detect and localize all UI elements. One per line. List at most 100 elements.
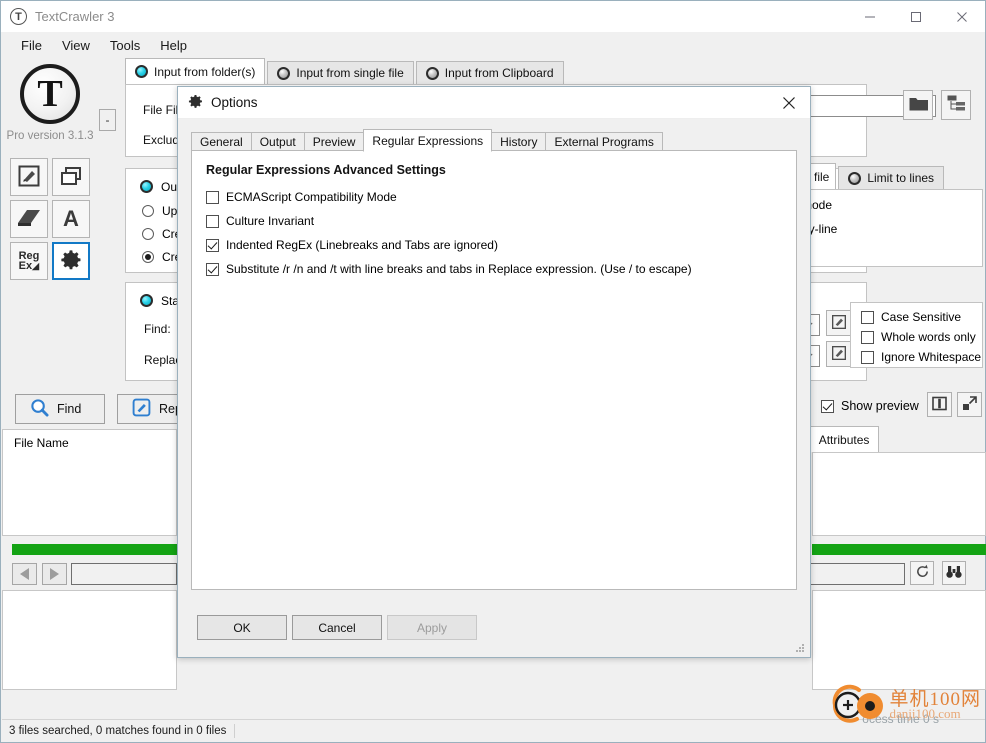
checkbox-icon bbox=[206, 214, 219, 228]
whole-words-row[interactable]: Whole words only bbox=[861, 330, 976, 344]
dialog-tab-strip: General Output Preview Regular Expressio… bbox=[191, 129, 810, 152]
book-tool-button[interactable] bbox=[10, 200, 48, 238]
window-controls bbox=[847, 1, 985, 32]
led-indicator-icon bbox=[425, 66, 439, 80]
options-dialog: Options General Output Preview Regular E… bbox=[177, 86, 811, 658]
options-tool-button[interactable] bbox=[52, 242, 90, 280]
dialog-tab-output[interactable]: Output bbox=[250, 132, 305, 152]
folder-tree-button[interactable] bbox=[941, 90, 971, 120]
menu-item-help[interactable]: Help bbox=[150, 35, 197, 56]
binoculars-icon bbox=[946, 565, 962, 582]
led-indicator-icon bbox=[140, 294, 153, 307]
expand-icon bbox=[962, 395, 977, 414]
refresh-icon bbox=[915, 564, 930, 582]
collapse-panel-button[interactable]: - bbox=[99, 109, 116, 131]
show-preview-row[interactable]: Show preview bbox=[821, 399, 919, 413]
tab-input-from-clipboard[interactable]: Input from Clipboard bbox=[415, 61, 564, 84]
case-sensitive-row[interactable]: Case Sensitive bbox=[861, 310, 961, 324]
match-results-panel[interactable] bbox=[812, 452, 986, 536]
progress-bar-right bbox=[812, 544, 986, 555]
next-match-button[interactable] bbox=[42, 563, 67, 585]
dialog-panel: Regular Expressions Advanced Settings EC… bbox=[191, 150, 797, 590]
tab-attributes[interactable]: Attributes bbox=[808, 426, 880, 452]
split-view-button[interactable] bbox=[927, 392, 952, 417]
preview-surface bbox=[2, 590, 177, 690]
checkbox-label: Case Sensitive bbox=[881, 310, 962, 324]
menu-item-view[interactable]: View bbox=[52, 35, 100, 56]
checkbox-icon bbox=[861, 310, 874, 324]
refresh-button[interactable] bbox=[910, 561, 934, 585]
search-path-input[interactable] bbox=[795, 563, 905, 585]
checkbox-icon bbox=[861, 350, 874, 364]
file-results-list[interactable]: File Name bbox=[2, 429, 177, 536]
dialog-section-heading: Regular Expressions Advanced Settings bbox=[206, 163, 446, 177]
dialog-tab-external-programs[interactable]: External Programs bbox=[545, 132, 663, 152]
apply-button[interactable]: Apply bbox=[387, 615, 477, 640]
substitute-escapes-row[interactable]: Substitute /r /n and /t with line breaks… bbox=[206, 262, 692, 276]
maximize-button[interactable] bbox=[893, 1, 939, 32]
close-button[interactable] bbox=[939, 1, 985, 32]
expand-view-button[interactable] bbox=[957, 392, 982, 417]
file-name-column-header: File Name bbox=[14, 436, 69, 450]
tab-input-from-single-file[interactable]: Input from single file bbox=[267, 61, 414, 84]
brand-logo: T Pro version 3.1.3 bbox=[2, 58, 98, 142]
checkbox-icon bbox=[861, 330, 874, 344]
culture-invariant-row[interactable]: Culture Invariant bbox=[206, 214, 314, 228]
tab-whole-file[interactable]: file bbox=[807, 163, 837, 189]
menu-item-tools[interactable]: Tools bbox=[100, 35, 150, 56]
tab-label: Input from folder(s) bbox=[154, 64, 256, 79]
tab-limit-to-lines[interactable]: Limit to lines bbox=[838, 166, 945, 189]
status-text: 3 files searched, 0 matches found in 0 f… bbox=[9, 724, 227, 737]
radio-icon bbox=[142, 227, 154, 240]
ignore-whitespace-row[interactable]: Ignore Whitespace bbox=[861, 350, 981, 364]
dialog-tab-preview[interactable]: Preview bbox=[303, 132, 365, 152]
ecmascript-compatibility-row[interactable]: ECMAScript Compatibility Mode bbox=[206, 190, 397, 204]
dialog-tab-history[interactable]: History bbox=[491, 132, 547, 152]
preview-surface-right bbox=[812, 590, 986, 690]
tree-icon bbox=[947, 95, 966, 115]
edit-tool-button[interactable] bbox=[10, 158, 48, 196]
main-content-area: Input from folder(s) Input from single f… bbox=[117, 58, 983, 417]
dialog-tab-general[interactable]: General bbox=[191, 132, 252, 152]
dialog-title: Options bbox=[211, 95, 258, 110]
browse-folder-button[interactable] bbox=[903, 90, 933, 120]
dialog-tab-regular-expressions[interactable]: Regular Expressions bbox=[363, 129, 493, 152]
progress-bar bbox=[12, 544, 187, 555]
minimize-button[interactable] bbox=[847, 1, 893, 32]
scope-options-panel: mode -by-line bbox=[798, 189, 983, 267]
match-path-input[interactable] bbox=[71, 563, 177, 585]
logo-letter-icon: T bbox=[20, 64, 80, 124]
tab-label: Input from Clipboard bbox=[444, 66, 554, 80]
tab-input-from-folders[interactable]: Input from folder(s) bbox=[125, 58, 266, 84]
pencil-square-icon bbox=[831, 345, 847, 364]
split-view-icon bbox=[932, 396, 947, 414]
windows-tool-button[interactable] bbox=[52, 158, 90, 196]
regex-tool-button[interactable]: Reg Ex◢ bbox=[10, 242, 48, 280]
gear-icon bbox=[60, 249, 82, 274]
edit-replace-button[interactable] bbox=[826, 341, 852, 367]
radio-icon bbox=[142, 250, 154, 263]
resize-grip[interactable] bbox=[796, 644, 805, 653]
font-tool-button[interactable]: A bbox=[52, 200, 90, 238]
edit-find-button[interactable] bbox=[826, 310, 852, 336]
left-toolbar-rail: T Pro version 3.1.3 A Reg Ex◢ bbox=[2, 58, 98, 378]
status-bar: 3 files searched, 0 matches found in 0 f… bbox=[2, 719, 985, 741]
tab-label: Limit to lines bbox=[867, 171, 935, 185]
cancel-button[interactable]: Cancel bbox=[292, 615, 382, 640]
dialog-close-button[interactable] bbox=[768, 87, 810, 119]
ok-button[interactable]: OK bbox=[197, 615, 287, 640]
letter-a-icon: A bbox=[63, 206, 79, 231]
gear-icon bbox=[188, 94, 203, 112]
previous-match-button[interactable] bbox=[12, 563, 37, 585]
led-indicator-icon bbox=[848, 171, 862, 185]
find-action-button[interactable]: Find bbox=[15, 394, 105, 424]
menu-bar: File View Tools Help bbox=[1, 32, 985, 58]
tab-label: file bbox=[814, 169, 830, 184]
indented-regex-row[interactable]: Indented RegEx (Linebreaks and Tabs are … bbox=[206, 238, 498, 252]
pencil-square-icon bbox=[17, 164, 41, 191]
menu-item-file[interactable]: File bbox=[11, 35, 52, 56]
button-label: Find bbox=[57, 402, 82, 416]
tab-label: Attributes bbox=[818, 432, 870, 447]
book-icon bbox=[16, 207, 42, 232]
binoculars-button[interactable] bbox=[942, 561, 966, 585]
